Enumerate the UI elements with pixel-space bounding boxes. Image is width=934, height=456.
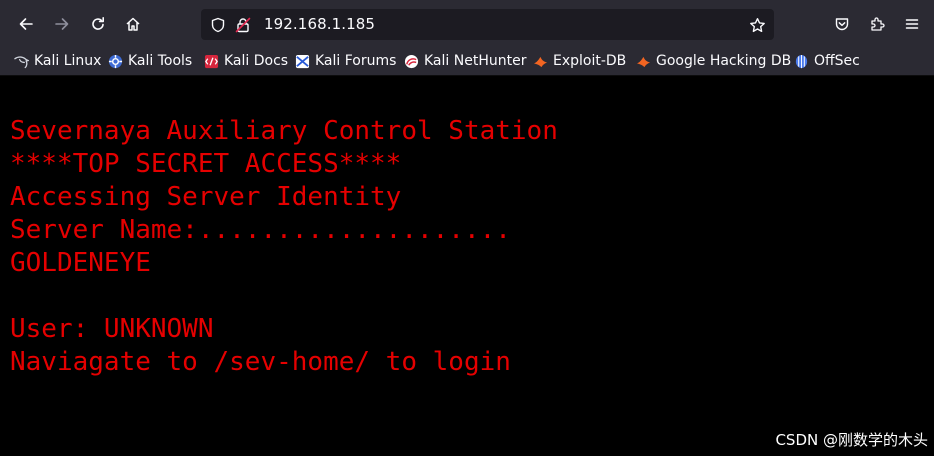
station-title-line: Severnaya Auxiliary Control Station: [10, 116, 558, 146]
bookmark-label: OffSec: [814, 53, 860, 69]
login-instruction-line: Naviagate to /sev-home/ to login: [10, 347, 511, 377]
reload-icon: [92, 17, 104, 30]
browser-window: 192.168.1.185 Kali Linux Kali Tools Kali…: [0, 0, 934, 456]
terminal-text-block: Severnaya Auxiliary Control Station ****…: [10, 115, 558, 379]
bookmark-star-icon[interactable]: [748, 16, 766, 34]
kali-dragon-icon: [14, 54, 29, 69]
reload-button[interactable]: [83, 9, 113, 39]
bookmark-offsec[interactable]: OffSec: [794, 51, 860, 71]
bookmark-label: Kali NetHunter: [424, 53, 527, 69]
back-button[interactable]: [11, 9, 41, 39]
bookmark-exploit-db[interactable]: Exploit-DB: [533, 51, 626, 71]
page-content: Severnaya Auxiliary Control Station ****…: [0, 76, 934, 456]
user-status-line: User: UNKNOWN: [10, 314, 214, 344]
hamburger-menu-icon: [905, 19, 919, 29]
server-name-line: Server Name:....................: [10, 215, 511, 245]
bookmark-google-hacking-db[interactable]: Google Hacking DB: [636, 51, 791, 71]
pocket-button[interactable]: [827, 9, 857, 39]
bookmark-label: Kali Forums: [315, 53, 397, 69]
bookmark-kali-docs[interactable]: Kali Docs: [204, 51, 288, 71]
extensions-button[interactable]: [862, 9, 892, 39]
bookmark-kali-nethunter[interactable]: Kali NetHunter: [404, 51, 526, 71]
bookmark-label: Exploit-DB: [553, 53, 627, 69]
exploit-db-icon: [533, 54, 548, 69]
shield-icon[interactable]: [209, 16, 227, 34]
insecure-lock-icon[interactable]: [234, 16, 252, 34]
kali-tools-icon: [108, 54, 123, 69]
nethunter-icon: [404, 54, 419, 69]
home-icon: [126, 17, 140, 31]
ghdb-icon: [636, 54, 651, 69]
forward-button[interactable]: [47, 9, 77, 39]
bookmark-kali-linux[interactable]: Kali Linux: [14, 51, 101, 71]
home-button[interactable]: [118, 9, 148, 39]
back-arrow-icon: [19, 18, 33, 30]
top-secret-line: ****TOP SECRET ACCESS****: [10, 149, 402, 179]
bookmarks-toolbar: Kali Linux Kali Tools Kali Docs Kali For…: [0, 47, 934, 76]
bookmark-kali-forums[interactable]: Kali Forums: [295, 51, 396, 71]
navigation-toolbar: 192.168.1.185: [0, 0, 934, 47]
forward-arrow-icon: [55, 18, 69, 30]
kali-docs-icon: [204, 54, 219, 69]
pocket-icon: [835, 18, 849, 31]
url-text[interactable]: 192.168.1.185: [264, 9, 375, 40]
bookmark-kali-tools[interactable]: Kali Tools: [108, 51, 192, 71]
bookmark-label: Kali Linux: [34, 53, 102, 69]
bookmark-label: Google Hacking DB: [656, 53, 792, 69]
bookmark-label: Kali Docs: [224, 53, 289, 69]
server-name-value-line: GOLDENEYE: [10, 248, 151, 278]
offsec-icon: [794, 54, 809, 69]
url-bar[interactable]: 192.168.1.185: [201, 9, 774, 40]
menu-button[interactable]: [897, 9, 927, 39]
bookmark-label: Kali Tools: [128, 53, 193, 69]
puzzle-icon: [871, 17, 885, 31]
accessing-identity-line: Accessing Server Identity: [10, 182, 402, 212]
csdn-watermark: CSDN @刚数学的木头: [775, 431, 928, 449]
kali-forums-icon: [295, 54, 310, 69]
